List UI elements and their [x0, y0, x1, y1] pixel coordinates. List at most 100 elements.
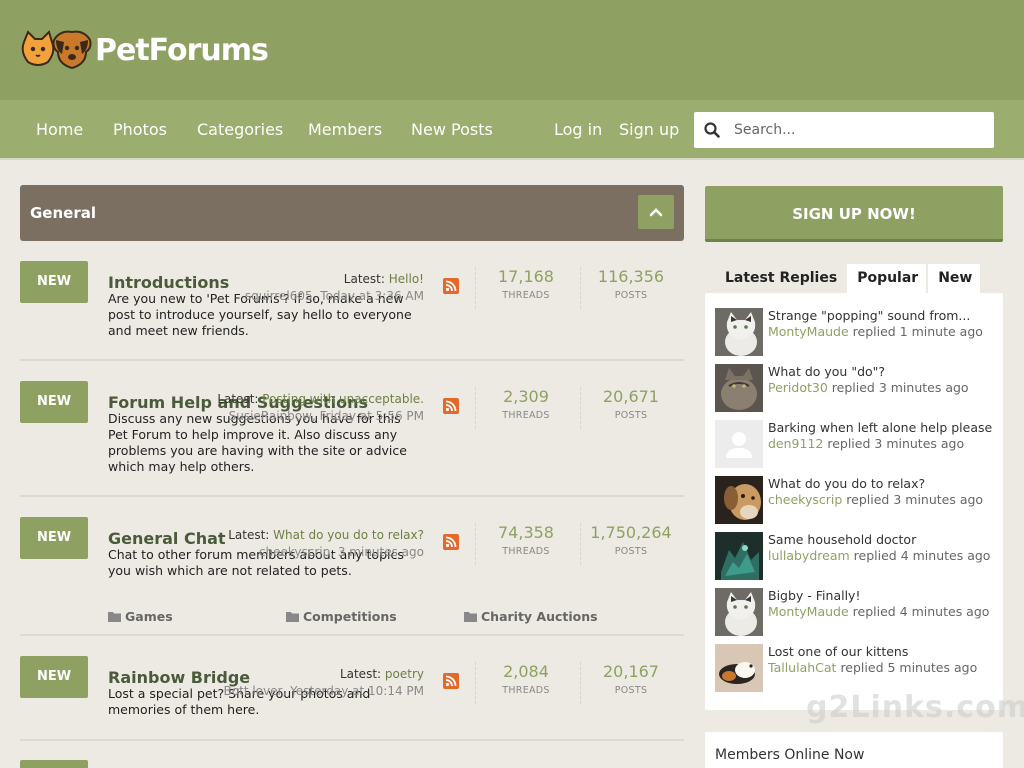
nav-home[interactable]: Home [36, 120, 83, 139]
posts-count: 20,167 [603, 662, 659, 681]
threads-stat: 2,309 THREADS [476, 387, 576, 421]
latest-post-link[interactable]: poetry [385, 667, 424, 681]
subforum-label: Competitions [303, 609, 397, 624]
nav-members[interactable]: Members [308, 120, 382, 139]
user-avatar[interactable] [715, 532, 763, 580]
reply-item[interactable]: Barking when left alone help please den9… [715, 420, 995, 470]
reply-title[interactable]: Bigby - Finally! [768, 588, 860, 603]
forum-row-help: NEW Forum Help and Suggestions Discuss a… [20, 381, 684, 497]
latest-label: Latest: [343, 272, 385, 286]
reply-item[interactable]: Strange "popping" sound from... MontyMau… [715, 308, 995, 358]
user-avatar[interactable] [715, 476, 763, 524]
reply-title[interactable]: Barking when left alone help please [768, 420, 992, 435]
latest-post-link[interactable]: What do you do to relax? [273, 528, 424, 542]
latest-post: Latest: Hello! squirrel605, Today at 3:3… [245, 271, 424, 305]
signup-now-button[interactable]: SIGN UP NOW! [705, 186, 1003, 242]
reply-meta: lullabydream replied 4 minutes ago [768, 548, 990, 563]
reply-user[interactable]: MontyMaude [768, 324, 849, 339]
threads-count: 2,309 [503, 387, 549, 406]
signup-link[interactable]: Sign up [619, 120, 679, 139]
replied-word: replied [846, 492, 890, 507]
replied-word: replied [827, 436, 871, 451]
latest-post-link[interactable]: Hello! [389, 272, 424, 286]
threads-stat: 17,168 THREADS [476, 267, 576, 301]
reply-user[interactable]: den9112 [768, 436, 823, 451]
reply-user[interactable]: lullabydream [768, 548, 850, 563]
tab-popular[interactable]: Popular [847, 264, 927, 294]
new-badge: NEW [20, 656, 88, 698]
posts-stat: 20,167 POSTS [581, 662, 681, 696]
replied-word: replied [853, 548, 897, 563]
login-link[interactable]: Log in [554, 120, 602, 139]
nav-categories[interactable]: Categories [197, 120, 283, 139]
replied-word: replied [852, 324, 896, 339]
threads-label: THREADS [502, 546, 550, 557]
subforum-games[interactable]: Games [108, 609, 173, 624]
replied-word: replied [852, 604, 896, 619]
new-badge: NEW [20, 381, 88, 423]
sidebar-tabs: Latest Replies Popular New [715, 264, 982, 294]
subforum-label: Charity Auctions [481, 609, 598, 624]
section-header-general: General [20, 185, 684, 241]
posts-count: 116,356 [597, 267, 665, 286]
threads-label: THREADS [502, 290, 550, 301]
reply-title[interactable]: What do you "do"? [768, 364, 885, 379]
posts-stat: 1,750,264 POSTS [581, 523, 681, 557]
new-badge: NEW [20, 261, 88, 303]
reply-time: 5 minutes ago [887, 660, 978, 675]
threads-stat: 74,358 THREADS [476, 523, 576, 557]
reply-item[interactable]: Lost one of our kittens TallulahCat repl… [715, 644, 995, 694]
pet-logo-icon [21, 30, 92, 70]
rss-icon[interactable] [443, 673, 459, 689]
nav-photos[interactable]: Photos [113, 120, 167, 139]
subforum-competitions[interactable]: Competitions [286, 609, 397, 624]
threads-count: 2,084 [503, 662, 549, 681]
reply-title[interactable]: Strange "popping" sound from... [768, 308, 970, 323]
nav-new-posts[interactable]: New Posts [411, 120, 493, 139]
reply-item[interactable]: What do you "do"? Peridot30 replied 3 mi… [715, 364, 995, 414]
collapse-button[interactable] [638, 195, 674, 229]
user-avatar[interactable] [715, 364, 763, 412]
reply-item[interactable]: Bigby - Finally! MontyMaude replied 4 mi… [715, 588, 995, 638]
reply-user[interactable]: TallulahCat [768, 660, 836, 675]
members-online-panel: Members Online Now [705, 732, 1003, 768]
rss-icon[interactable] [443, 278, 459, 294]
search-input[interactable] [734, 112, 984, 148]
tab-latest-replies[interactable]: Latest Replies [715, 264, 845, 294]
reply-item[interactable]: Same household doctor lullabydream repli… [715, 532, 995, 582]
user-avatar[interactable] [715, 308, 763, 356]
reply-meta: Peridot30 replied 3 minutes ago [768, 380, 969, 395]
rss-icon[interactable] [443, 398, 459, 414]
new-badge-partial [20, 760, 88, 768]
replied-word: replied [831, 380, 875, 395]
forum-row-rainbow-bridge: NEW Rainbow Bridge Lost a special pet? S… [20, 656, 684, 741]
reply-item[interactable]: What do you do to relax? cheekyscrip rep… [715, 476, 995, 526]
reply-time: 3 minutes ago [878, 380, 969, 395]
reply-user[interactable]: MontyMaude [768, 604, 849, 619]
logo-text: PetForums [95, 32, 269, 68]
forum-title[interactable]: General Chat [108, 529, 226, 548]
reply-title[interactable]: Lost one of our kittens [768, 644, 908, 659]
forum-row-introductions: NEW Introductions Are you new to 'Pet Fo… [20, 261, 684, 361]
search-icon[interactable] [704, 122, 720, 138]
subforum-charity-auctions[interactable]: Charity Auctions [464, 609, 598, 624]
default-avatar-icon[interactable] [715, 420, 763, 468]
reply-title[interactable]: What do you do to relax? [768, 476, 925, 491]
latest-post-link[interactable]: Posting with unacceptable. [262, 392, 424, 406]
site-logo[interactable]: PetForums [20, 30, 269, 70]
threads-label: THREADS [502, 685, 550, 696]
latest-post: Latest: Posting with unacceptable. Susie… [217, 391, 424, 425]
latest-label: Latest: [228, 528, 270, 542]
forum-title[interactable]: Introductions [108, 273, 229, 292]
reply-user[interactable]: cheekyscrip [768, 492, 842, 507]
user-avatar[interactable] [715, 644, 763, 692]
reply-title[interactable]: Same household doctor [768, 532, 916, 547]
user-avatar[interactable] [715, 588, 763, 636]
tab-new[interactable]: New [928, 264, 981, 294]
rss-icon[interactable] [443, 534, 459, 550]
members-online-title: Members Online Now [715, 747, 865, 763]
chevron-up-icon [649, 208, 663, 217]
reply-user[interactable]: Peridot30 [768, 380, 828, 395]
reply-meta: den9112 replied 3 minutes ago [768, 436, 964, 451]
forum-row-general-chat: NEW General Chat Chat to other forum mem… [20, 517, 684, 636]
